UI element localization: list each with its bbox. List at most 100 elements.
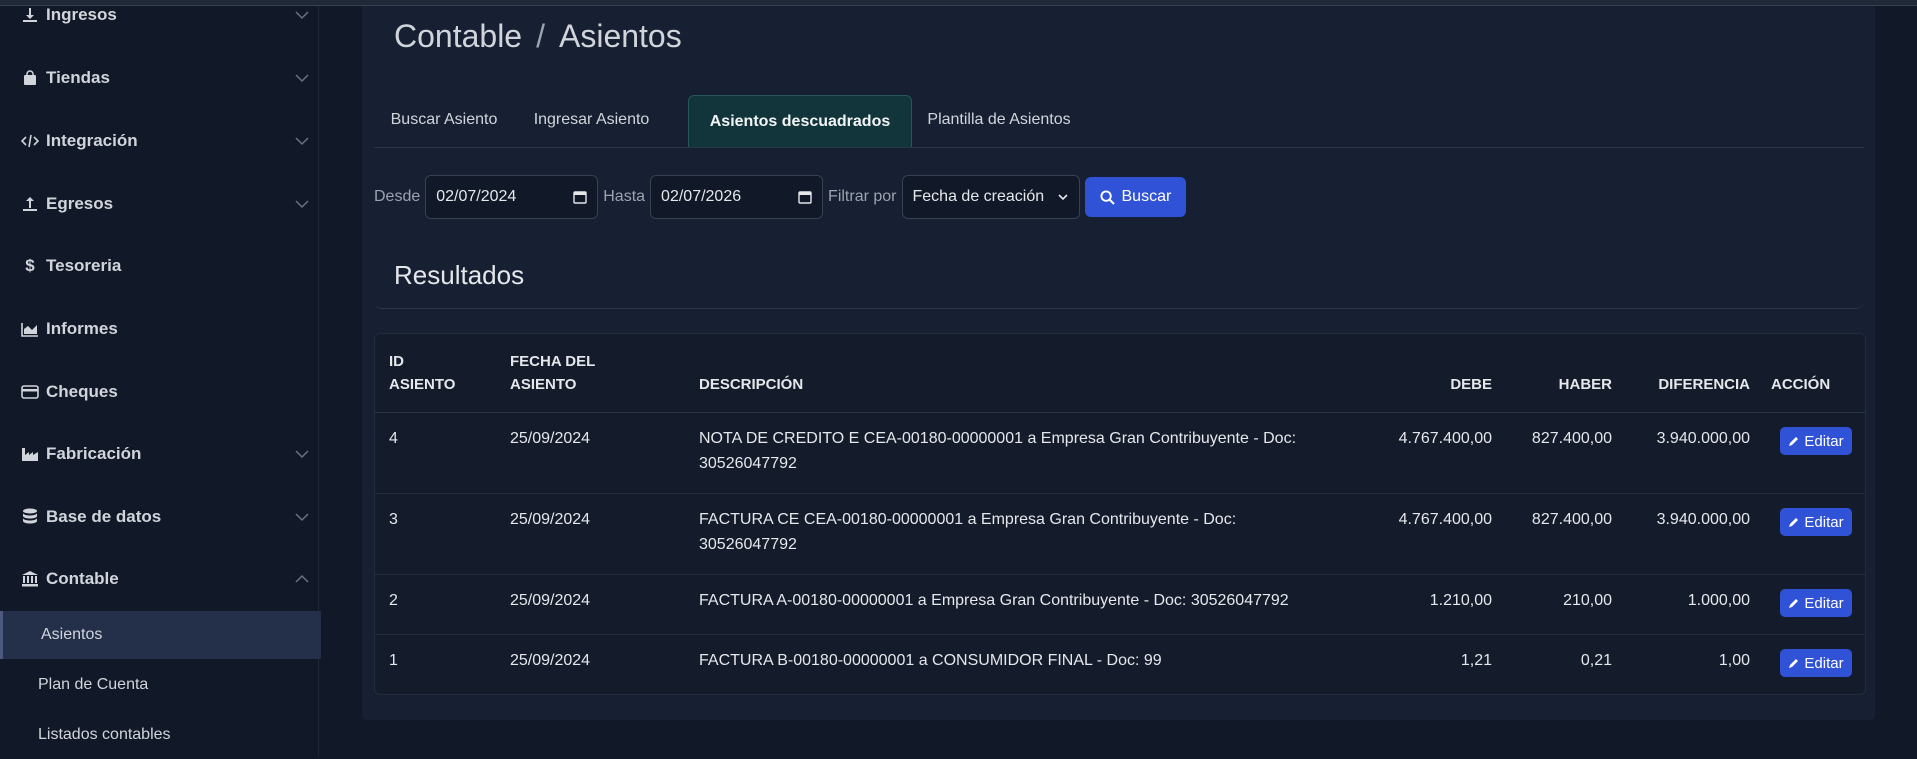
cell-diferencia: 1,00	[1718, 652, 1750, 669]
tab-bar: Buscar Asiento Ingresar Asiento Asientos…	[374, 95, 1864, 148]
area-chart-icon	[20, 321, 40, 337]
search-icon	[1099, 189, 1115, 205]
cell-id: 1	[389, 652, 398, 669]
breadcrumb-current: Asientos	[558, 18, 682, 54]
header-diferencia: DIFERENCIA	[1658, 376, 1750, 393]
desde-date-value: 02/07/2024	[436, 188, 517, 205]
sidebar-item-informes[interactable]: Informes	[0, 309, 318, 349]
hasta-label: Hasta	[603, 188, 646, 205]
header-fecha: FECHA DEL ASIENTO	[510, 353, 596, 393]
database-icon	[20, 508, 40, 526]
table-row: 3 25/09/2024 FACTURA CE CEA-00180-000000…	[375, 493, 1865, 575]
cell-fecha: 25/09/2024	[510, 592, 591, 609]
chevron-down-icon	[1057, 194, 1068, 201]
upload-icon	[20, 196, 40, 212]
breadcrumb-parent[interactable]: Contable	[394, 18, 522, 54]
chevron-down-icon	[295, 450, 309, 459]
pencil-icon	[1789, 518, 1799, 527]
sidebar-item-tiendas[interactable]: Tiendas	[0, 58, 318, 98]
sidebar-subitem-plan-de-cuenta[interactable]: Plan de Cuenta	[0, 661, 318, 709]
sidebar-subitem-label: Listados contables	[38, 726, 171, 743]
header-haber: HABER	[1558, 376, 1612, 393]
header-id-asiento: ID ASIENTO	[389, 353, 456, 393]
header-descripcion: DESCRIPCIÓN	[699, 376, 804, 393]
cell-debe: 4.767.400,00	[1398, 511, 1492, 528]
calendar-icon[interactable]	[798, 190, 812, 204]
sidebar: Ingresos Tiendas Integración Egresos $ T…	[0, 0, 321, 759]
edit-button[interactable]: Editar	[1780, 649, 1852, 677]
cell-fecha: 25/09/2024	[510, 511, 591, 528]
sidebar-subitem-asientos[interactable]: Asientos	[0, 611, 321, 659]
sidebar-item-label: Informes	[46, 319, 118, 338]
cell-diferencia: 3.940.000,00	[1656, 511, 1750, 528]
buscar-button[interactable]: Buscar	[1084, 177, 1187, 217]
sidebar-subitem-label: Plan de Cuenta	[38, 676, 149, 693]
cell-debe: 1,21	[1460, 652, 1492, 669]
breadcrumb-separator: /	[536, 18, 545, 54]
sidebar-subitem-listados-contables[interactable]: Listados contables	[0, 711, 318, 759]
cell-descripcion: FACTURA A-00180-00000001 a Empresa Gran …	[699, 592, 1289, 609]
cell-diferencia: 1.000,00	[1687, 592, 1750, 609]
cell-fecha: 25/09/2024	[510, 430, 591, 447]
sidebar-item-contable[interactable]: Contable	[0, 559, 318, 599]
cell-haber: 827.400,00	[1531, 430, 1612, 447]
desde-date-input[interactable]: 02/07/2024	[425, 175, 599, 219]
cell-id: 4	[389, 430, 398, 447]
main-card: Contable / Asientos Buscar Asiento Ingresa…	[362, 0, 1875, 720]
sidebar-item-fabricacion[interactable]: Fabricación	[0, 434, 318, 474]
cell-descripcion: NOTA DE CREDITO E CEA-00180-00000001 a E…	[699, 430, 1297, 472]
sidebar-item-label: Cheques	[46, 382, 118, 401]
desde-label: Desde	[374, 188, 421, 205]
cell-haber: 210,00	[1563, 592, 1612, 609]
pencil-icon	[1789, 599, 1799, 608]
industry-icon	[20, 446, 40, 462]
edit-button[interactable]: Editar	[1780, 427, 1852, 455]
tab-buscar-asiento[interactable]: Buscar Asiento	[374, 95, 514, 145]
hasta-date-value: 02/07/2026	[661, 188, 742, 205]
header-accion: ACCIÓN	[1771, 376, 1831, 393]
hasta-date-input[interactable]: 02/07/2026	[650, 175, 824, 219]
tab-plantilla-de-asientos[interactable]: Plantilla de Asientos	[914, 95, 1084, 145]
calendar-icon[interactable]	[573, 190, 587, 204]
table-header: ID ASIENTO FECHA DEL ASIENTO DESCRIPCIÓN D…	[375, 334, 1865, 413]
cell-descripcion: FACTURA CE CEA-00180-00000001 a Empresa …	[699, 511, 1237, 553]
cell-debe: 1.210,00	[1429, 592, 1492, 609]
sidebar-item-cheques[interactable]: Cheques	[0, 372, 318, 412]
dollar-icon: $	[25, 256, 35, 275]
chevron-down-icon	[295, 11, 309, 20]
tab-asientos-descuadrados[interactable]: Asientos descuadrados	[688, 95, 912, 147]
sidebar-item-egresos[interactable]: Egresos	[0, 184, 318, 224]
window-top-border	[0, 0, 1917, 6]
cell-fecha: 25/09/2024	[510, 652, 591, 669]
cell-id: 2	[389, 592, 398, 609]
table-row: 1 25/09/2024 FACTURA B-00180-00000001 a …	[375, 634, 1865, 693]
edit-button[interactable]: Editar	[1780, 589, 1852, 617]
tab-ingresar-asiento[interactable]: Ingresar Asiento	[519, 95, 664, 145]
sidebar-item-tesoreria[interactable]: $ Tesoreria	[0, 246, 318, 286]
edit-button[interactable]: Editar	[1780, 508, 1852, 536]
sidebar-item-integracion[interactable]: Integración	[0, 121, 318, 161]
filtrar-por-select[interactable]: Fecha de creación	[901, 175, 1080, 219]
chevron-down-icon	[295, 137, 309, 146]
results-table: ID ASIENTO FECHA DEL ASIENTO DESCRIPCIÓN D…	[374, 333, 1866, 695]
cell-haber: 0,21	[1580, 652, 1612, 669]
filtrar-por-label: Filtrar por	[828, 188, 897, 205]
sidebar-item-label: Ingresos	[46, 5, 117, 24]
results-header: Resultados	[374, 244, 1864, 309]
breadcrumb: Contable / Asientos	[394, 18, 682, 55]
buscar-button-label: Buscar	[1121, 188, 1172, 205]
chevron-down-icon	[295, 200, 309, 209]
sidebar-item-label: Integración	[46, 131, 138, 150]
cell-descripcion: FACTURA B-00180-00000001 a CONSUMIDOR FI…	[699, 652, 1162, 669]
table-row: 4 25/09/2024 NOTA DE CREDITO E CEA-00180…	[375, 412, 1865, 494]
sidebar-item-base-de-datos[interactable]: Base de datos	[0, 497, 318, 537]
pencil-icon	[1789, 659, 1799, 668]
sidebar-item-label: Base de datos	[46, 507, 162, 526]
sidebar-item-label: Tesoreria	[46, 256, 122, 275]
filter-bar: Desde 02/07/2024 Hasta 02/07/2026 Filtra…	[374, 174, 1187, 220]
sidebar-subitem-label: Asientos	[41, 626, 103, 643]
results-title: Resultados	[394, 260, 525, 290]
cell-debe: 4.767.400,00	[1398, 430, 1492, 447]
cell-id: 3	[389, 511, 398, 528]
sidebar-item-label: Contable	[46, 569, 119, 588]
